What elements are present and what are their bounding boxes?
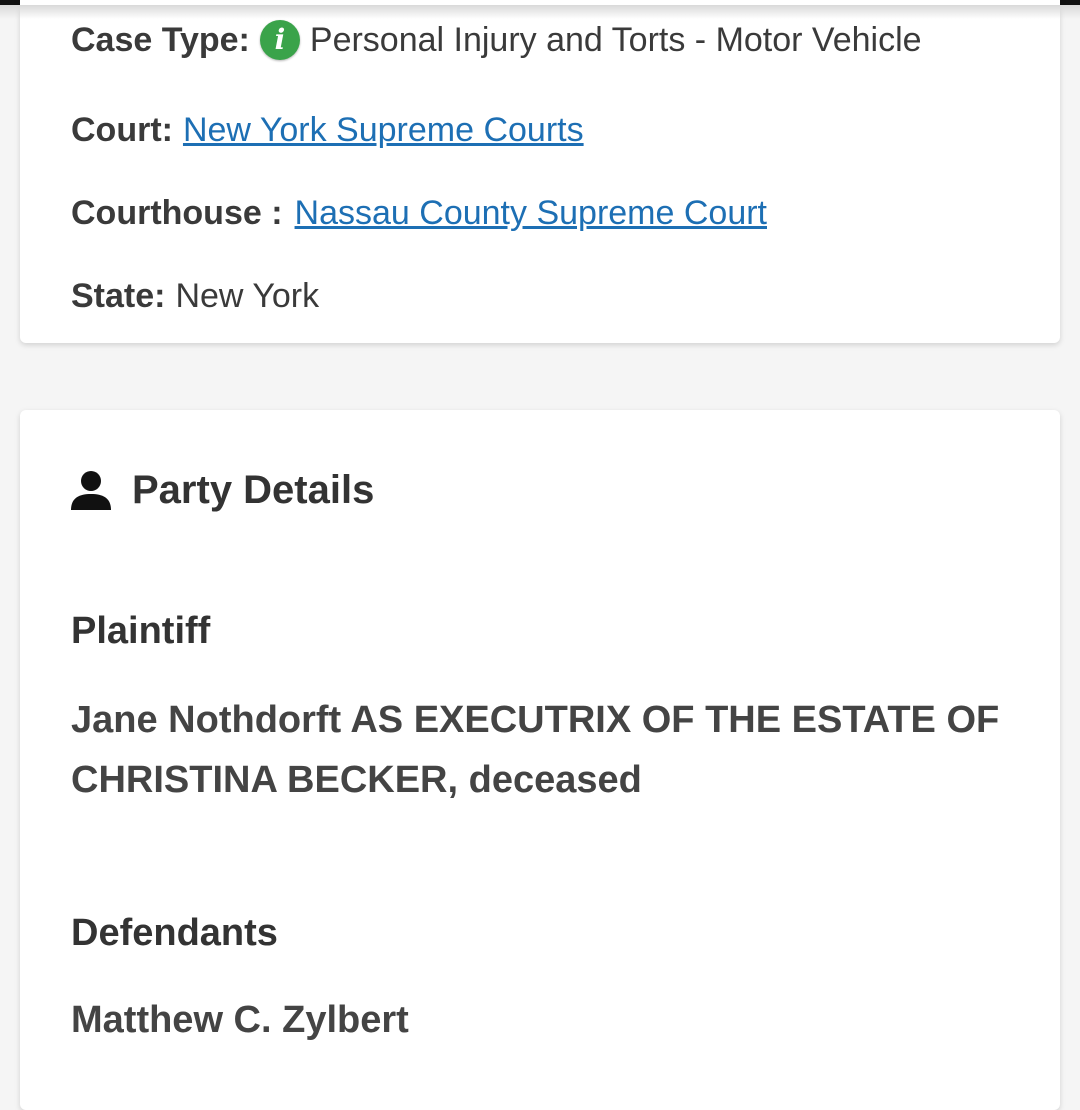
case-type-label: Case Type: — [71, 21, 250, 59]
plaintiff-name: Jane Nothdorft AS EXECUTRIX OF THE ESTAT… — [71, 699, 1000, 801]
court-row: Court: New York Supreme Courts — [71, 110, 584, 150]
courthouse-label: Courthouse : — [71, 194, 283, 232]
state-label: State: — [71, 277, 166, 315]
party-details-header: Party Details — [71, 468, 374, 513]
case-type-row: Case Type: i Personal Injury and Torts -… — [71, 20, 922, 60]
court-link[interactable]: New York Supreme Courts — [183, 110, 584, 150]
state-row: State: New York — [71, 276, 319, 316]
top-edge-shadow — [0, 5, 1080, 19]
plaintiff-heading: Plaintiff — [71, 610, 211, 652]
court-label: Court: — [71, 111, 173, 149]
defendants-heading: Defendants — [71, 912, 278, 954]
person-icon — [71, 470, 111, 510]
case-type-value: Personal Injury and Torts - Motor Vehicl… — [309, 21, 922, 59]
info-icon[interactable]: i — [259, 20, 300, 60]
courthouse-link[interactable]: Nassau County Supreme Court — [295, 193, 767, 233]
case-info-card: Case Type: i Personal Injury and Torts -… — [20, 0, 1060, 343]
state-value: New York — [175, 277, 320, 315]
defendant-name: Matthew C. Zylbert — [71, 999, 409, 1041]
party-details-card: Party Details Plaintiff Jane Nothdorft A… — [20, 410, 1060, 1110]
courthouse-row: Courthouse : Nassau County Supreme Court — [71, 193, 767, 233]
party-details-title: Party Details — [132, 468, 375, 512]
